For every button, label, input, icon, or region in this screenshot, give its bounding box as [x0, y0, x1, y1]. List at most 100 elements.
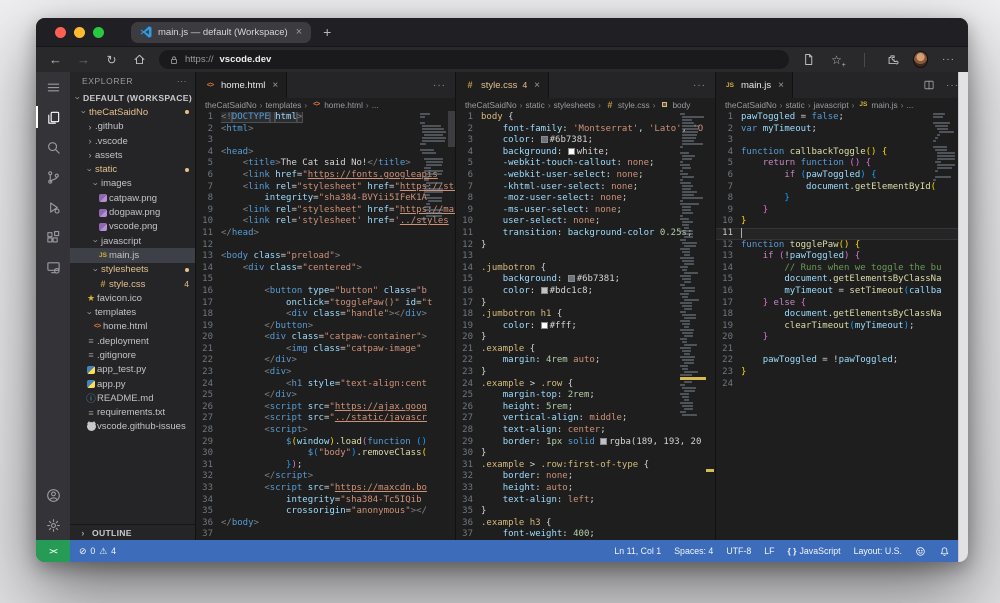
tab-close-icon[interactable]: × [296, 26, 302, 38]
scrollbar-slider[interactable] [448, 111, 455, 147]
tab-style-css[interactable]: #style.css4× [456, 72, 549, 98]
browser-tab[interactable]: main.js — default (Workspace) × [131, 22, 311, 43]
tree-item-static[interactable]: ›static [70, 162, 195, 176]
status-notifications[interactable] [939, 546, 950, 557]
activity-search-view[interactable] [36, 132, 70, 162]
status-encoding[interactable]: UTF-8 [726, 546, 751, 556]
line-number: 8 [456, 193, 481, 205]
remote-indicator[interactable]: >< [36, 540, 70, 562]
minimap[interactable] [933, 113, 960, 185]
tree-item--gitignore[interactable]: ≡.gitignore [70, 348, 195, 362]
activity-account-view[interactable] [36, 480, 70, 510]
code-editor[interactable]: 1<!DOCTYPE html>2<html>34<head>5 <title>… [196, 111, 455, 540]
activity-explorer-view[interactable] [36, 102, 70, 132]
outline-section[interactable]: › OUTLINE [70, 524, 195, 540]
more-icon[interactable]: ··· [432, 78, 447, 93]
activity-settings-view[interactable] [36, 510, 70, 540]
tab-home-html[interactable]: <>home.html× [196, 72, 287, 98]
tree-item--vscode[interactable]: ›.vscode [70, 134, 195, 148]
tree-item-templates[interactable]: ›templates [70, 305, 195, 319]
tree-item-vscode-github-issues[interactable]: vscode.github-issues [70, 420, 195, 434]
tree-item-default-workspace-[interactable]: ›DEFAULT (WORKSPACE) [70, 91, 195, 105]
home-icon[interactable] [132, 52, 147, 67]
tree-item--deployment[interactable]: ≡.deployment [70, 334, 195, 348]
tree-item-vscode-png[interactable]: vscode.png [70, 220, 195, 234]
breadcrumb-item[interactable]: ... [372, 100, 379, 110]
git-modified-dot [185, 168, 189, 172]
breadcrumb-item[interactable]: theCatSaidNo [465, 100, 517, 110]
breadcrumb-item[interactable]: body [658, 100, 690, 110]
close-tab-icon[interactable]: × [778, 80, 784, 91]
close-tab-icon[interactable]: × [272, 80, 278, 91]
tree-item-stylesheets[interactable]: ›stylesheets [70, 263, 195, 277]
zoom-window-button[interactable] [93, 27, 104, 38]
code-line: 23} [456, 367, 715, 379]
tree-item--github[interactable]: ›.github [70, 120, 195, 134]
status-language-mode[interactable]: { }JavaScript [788, 546, 841, 556]
code-line: 4<head> [196, 147, 455, 159]
tree-item-style-css[interactable]: #style.css4 [70, 277, 195, 291]
breadcrumb-item[interactable]: stylesheets [554, 100, 596, 110]
status-feedback[interactable] [915, 546, 926, 557]
activity-remote-explorer-view[interactable] [36, 252, 70, 282]
tree-item-images[interactable]: ›images [70, 177, 195, 191]
page-icon[interactable] [801, 52, 816, 67]
tree-item-assets[interactable]: ›assets [70, 148, 195, 162]
browser-scrollbar[interactable] [958, 72, 968, 562]
status-cursor-position[interactable]: Ln 11, Col 1 [614, 546, 661, 556]
activity-run-debug-view[interactable] [36, 192, 70, 222]
breadcrumb-item[interactable]: #style.css [604, 100, 650, 110]
breadcrumb-item[interactable]: templates [265, 100, 301, 110]
breadcrumb-item[interactable]: theCatSaidNo [725, 100, 777, 110]
tree-item-app-test-py[interactable]: app_test.py [70, 363, 195, 377]
breadcrumb-item[interactable]: static [525, 100, 544, 110]
close-window-button[interactable] [55, 27, 66, 38]
more-icon[interactable]: ··· [941, 52, 956, 67]
reload-icon[interactable]: ↻ [104, 52, 119, 67]
minimap[interactable] [420, 113, 447, 224]
tab-main-js[interactable]: JSmain.js× [716, 72, 793, 98]
breadcrumb-item[interactable]: javascript [814, 100, 849, 110]
tree-item-catpaw-png[interactable]: catpaw.png [70, 191, 195, 205]
more-icon[interactable]: ··· [692, 78, 707, 93]
status-indentation[interactable]: Spaces: 4 [674, 546, 713, 556]
breadcrumb-item[interactable]: <>home.html [310, 100, 363, 110]
code-editor[interactable]: 1pawToggled = false;2var myTimeout;34fun… [716, 111, 968, 540]
tree-item-thecatsaidno[interactable]: ›theCatSaidNo [70, 105, 195, 119]
js-file-icon: JS [97, 252, 109, 259]
tree-item-javascript[interactable]: ›javascript [70, 234, 195, 248]
status-eol[interactable]: LF [764, 546, 774, 556]
minimize-window-button[interactable] [74, 27, 85, 38]
tree-item-app-py[interactable]: app.py [70, 377, 195, 391]
minimap[interactable] [680, 113, 707, 417]
tree-item-label: vscode.github-issues [97, 421, 186, 432]
activity-menu-icon[interactable] [36, 72, 70, 102]
activity-source-control-view[interactable] [36, 162, 70, 192]
forward-icon[interactable]: → [76, 52, 91, 67]
breadcrumb-item[interactable]: static [785, 100, 804, 110]
tree-item-readme-md[interactable]: ⓘREADME.md [70, 391, 195, 405]
url-bar[interactable]: https://vscode.dev [159, 50, 789, 69]
status-keyboard-layout[interactable]: Layout: U.S. [854, 546, 902, 556]
tree-item-main-js[interactable]: JSmain.js [70, 248, 195, 262]
code-line: 21 [716, 344, 968, 356]
new-tab-button[interactable]: + [323, 24, 331, 40]
tree-item-favicon-ico[interactable]: ★favicon.ico [70, 291, 195, 305]
tree-item-dogpaw-png[interactable]: dogpaw.png [70, 205, 195, 219]
activity-extensions-view[interactable] [36, 222, 70, 252]
code-editor[interactable]: 1body {2 font-family: 'Montserrat', 'Lat… [456, 111, 715, 540]
avatar-icon[interactable] [913, 52, 928, 67]
explorer-more-actions-icon[interactable]: ··· [177, 76, 187, 86]
chevron-down-icon: › [85, 165, 95, 175]
split-icon[interactable] [921, 78, 936, 93]
problems-status[interactable]: ⊘0 ⚠4 [70, 546, 116, 557]
star-add-icon[interactable]: ☆+ [829, 52, 844, 67]
breadcrumb-item[interactable]: ... [906, 100, 913, 110]
breadcrumb-item[interactable]: theCatSaidNo [205, 100, 257, 110]
close-tab-icon[interactable]: × [534, 80, 540, 91]
breadcrumb-item[interactable]: JSmain.js [857, 100, 897, 110]
tree-item-requirements-txt[interactable]: ≡requirements.txt [70, 406, 195, 420]
back-icon[interactable]: ← [48, 52, 63, 67]
tree-item-home-html[interactable]: <>home.html [70, 320, 195, 334]
puzzle-icon[interactable] [885, 52, 900, 67]
